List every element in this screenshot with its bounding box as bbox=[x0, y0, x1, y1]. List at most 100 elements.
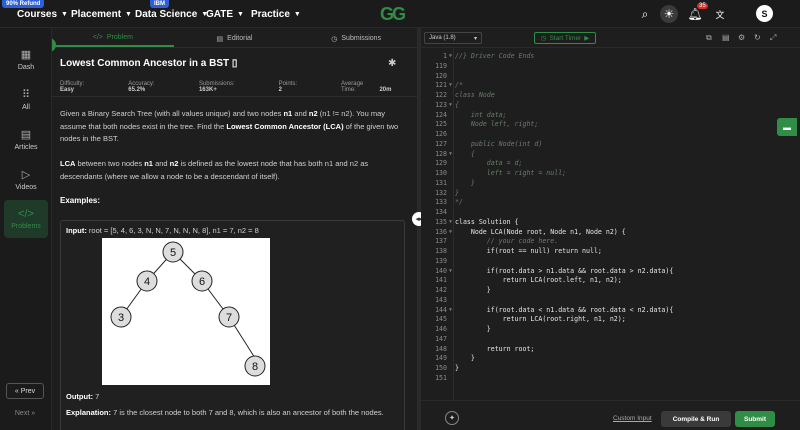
nav-gate[interactable]: GATE ▼ bbox=[206, 0, 244, 28]
line-number: 122 bbox=[435, 91, 447, 99]
editor-toolbar: Java (1.8) ▾ ◷ Start Timer ▶ ⧉ ▤ ⚙ ↻ ⤢ bbox=[421, 28, 800, 48]
fold-arrow-icon[interactable]: ▼ bbox=[449, 228, 452, 238]
code-line[interactable]: 137 // your code here. bbox=[421, 237, 800, 247]
search-icon[interactable]: ⌕ bbox=[636, 5, 654, 23]
code-text: } bbox=[455, 354, 475, 363]
code-line[interactable]: 132} bbox=[421, 189, 800, 199]
nav-placement[interactable]: Placement ▼ bbox=[71, 0, 132, 28]
problem-panel: </> Problem ▤ Editorial ◷ Submissions Lowes… bbox=[52, 28, 417, 430]
fold-arrow-icon[interactable]: ▼ bbox=[449, 150, 452, 160]
nav-practice[interactable]: Practice ▼ bbox=[251, 0, 301, 28]
line-number: 125 bbox=[435, 120, 447, 129]
points: Points: 2 bbox=[278, 81, 297, 93]
code-line[interactable]: 129 data = d; bbox=[421, 159, 800, 169]
clock-icon: ◷ bbox=[331, 35, 338, 43]
fold-arrow-icon[interactable]: ▼ bbox=[449, 306, 452, 316]
user-avatar[interactable]: S bbox=[756, 5, 773, 22]
code-text: { bbox=[455, 100, 459, 109]
line-number: 147 bbox=[435, 334, 447, 343]
next-button[interactable]: Next » bbox=[6, 405, 44, 421]
code-line[interactable]: 135 ▼ class Solution { bbox=[421, 218, 800, 228]
tab-submissions[interactable]: ◷ Submissions bbox=[295, 30, 417, 47]
code-text: // your code here. bbox=[455, 237, 559, 246]
translate-icon[interactable]: 文 bbox=[711, 5, 729, 23]
lightbulb-icon[interactable]: ✦ bbox=[445, 411, 459, 425]
line-number: 146 bbox=[435, 325, 447, 333]
code-line[interactable]: 136 ▼ Node LCA(Node root, Node n1, Node n… bbox=[421, 228, 800, 238]
code-line[interactable]: 141 return LCA(root.left, n1, n2); bbox=[421, 276, 800, 286]
bug-report-icon[interactable]: ✱ bbox=[388, 58, 396, 69]
code-line[interactable]: 131 } bbox=[421, 179, 800, 189]
language-select[interactable]: Java (1.8) ▾ bbox=[424, 32, 482, 44]
code-line[interactable]: 140 ▼ if(root.data > n1.data && root.data… bbox=[421, 267, 800, 277]
reset-icon[interactable]: ↻ bbox=[754, 33, 761, 42]
fold-arrow-icon[interactable]: ▼ bbox=[449, 101, 452, 111]
accuracy: Accuracy: 65.2% bbox=[128, 81, 155, 93]
code-text: if(root.data > n1.data && root.data > n2… bbox=[455, 266, 674, 275]
code-line[interactable]: 1 ▼//} Driver Code Ends bbox=[421, 52, 800, 62]
sidebar-item-dash[interactable]: ▦ Dash bbox=[4, 40, 48, 78]
code-line[interactable]: 149 } bbox=[421, 354, 800, 364]
svg-text:6: 6 bbox=[199, 276, 205, 288]
code-line[interactable]: 133 */ bbox=[421, 198, 800, 208]
sidebar-item-videos[interactable]: ▷ Videos bbox=[4, 160, 48, 198]
fold-arrow-icon[interactable]: ▼ bbox=[449, 218, 452, 228]
code-line[interactable]: 125 Node left, right; bbox=[421, 120, 800, 130]
fold-arrow-icon[interactable]: ▼ bbox=[449, 52, 452, 62]
theme-toggle-icon[interactable]: ☀ bbox=[660, 5, 678, 23]
sidebar-item-articles[interactable]: ▤ Articles bbox=[4, 120, 48, 158]
line-number: 123 bbox=[435, 100, 447, 109]
left-sidebar: ▦ Dash ⠿ All ▤ Articles ▷ Videos </> Problems… bbox=[0, 28, 52, 430]
fold-arrow-icon[interactable]: ▼ bbox=[449, 81, 452, 91]
code-line[interactable]: 121 ▼/* bbox=[421, 81, 800, 91]
code-line[interactable]: 134 bbox=[421, 208, 800, 218]
code-line[interactable]: 122 class Node bbox=[421, 91, 800, 101]
sidebar-item-problems[interactable]: </> Problems bbox=[4, 200, 48, 238]
settings-icon[interactable]: ⚙ bbox=[738, 33, 745, 42]
code-line[interactable]: 146 } bbox=[421, 325, 800, 335]
code-line[interactable]: 145 return LCA(root.right, n1, n2); bbox=[421, 315, 800, 325]
code-line[interactable]: 123 ▼{ bbox=[421, 101, 800, 111]
copy-icon[interactable]: ⧉ bbox=[706, 33, 712, 43]
code-line[interactable]: 139 bbox=[421, 257, 800, 267]
code-line[interactable]: 147 bbox=[421, 335, 800, 345]
code-line[interactable]: 126 bbox=[421, 130, 800, 140]
sidebar-item-all[interactable]: ⠿ All bbox=[4, 80, 48, 118]
code-line[interactable]: 151 bbox=[421, 374, 800, 384]
code-line[interactable]: 119 bbox=[421, 62, 800, 72]
prev-button[interactable]: « Prev bbox=[6, 383, 44, 399]
code-line[interactable]: 124 int data; bbox=[421, 111, 800, 121]
chat-feedback-icon[interactable]: ▬ bbox=[777, 118, 797, 136]
chevron-down-icon: ▾ bbox=[473, 35, 477, 42]
code-area[interactable]: 1 ▼//} Driver Code Ends 119 120 121 ▼/* 122 cla… bbox=[421, 48, 800, 400]
code-line[interactable]: 144 ▼ if(root.data < n1.data && root.data… bbox=[421, 306, 800, 316]
code-line[interactable]: 148 return root; bbox=[421, 345, 800, 355]
custom-input-link[interactable]: Custom Input bbox=[613, 415, 652, 422]
code-line[interactable]: 120 bbox=[421, 72, 800, 82]
code-line[interactable]: 142 } bbox=[421, 286, 800, 296]
document-icon[interactable]: ▤ bbox=[722, 33, 730, 42]
code-text: Node left, right; bbox=[455, 120, 539, 129]
code-line[interactable]: 127 public Node(int d) bbox=[421, 140, 800, 150]
fold-arrow-icon[interactable]: ▼ bbox=[449, 267, 452, 277]
nav-courses[interactable]: Courses ▼ bbox=[17, 0, 68, 28]
bookmark-icon[interactable]: ▯ bbox=[232, 58, 238, 69]
code-line[interactable]: 143 bbox=[421, 296, 800, 306]
submit-button[interactable]: Submit bbox=[735, 411, 775, 427]
example-output: Output: 7 bbox=[66, 392, 100, 401]
tab-problem[interactable]: </> Problem bbox=[52, 30, 174, 47]
start-timer-button[interactable]: ◷ Start Timer ▶ bbox=[534, 32, 596, 44]
code-line[interactable]: 150} bbox=[421, 364, 800, 374]
fullscreen-icon[interactable]: ⤢ bbox=[770, 33, 776, 43]
code-text: /* bbox=[455, 81, 463, 90]
code-line[interactable]: 138 if(root == null) return null; bbox=[421, 247, 800, 257]
gfg-logo[interactable]: GG bbox=[380, 4, 406, 25]
code-line[interactable]: 128 ▼ { bbox=[421, 150, 800, 160]
code-line[interactable]: 130 left = right = null; bbox=[421, 169, 800, 179]
compile-run-button[interactable]: Compile & Run bbox=[661, 411, 731, 427]
code-icon: </> bbox=[92, 34, 103, 41]
line-number: 131 bbox=[435, 178, 447, 187]
line-number: 139 bbox=[435, 256, 447, 265]
tab-editorial[interactable]: ▤ Editorial bbox=[174, 30, 296, 47]
nav-data-science[interactable]: Data Science ▼ bbox=[135, 0, 208, 28]
